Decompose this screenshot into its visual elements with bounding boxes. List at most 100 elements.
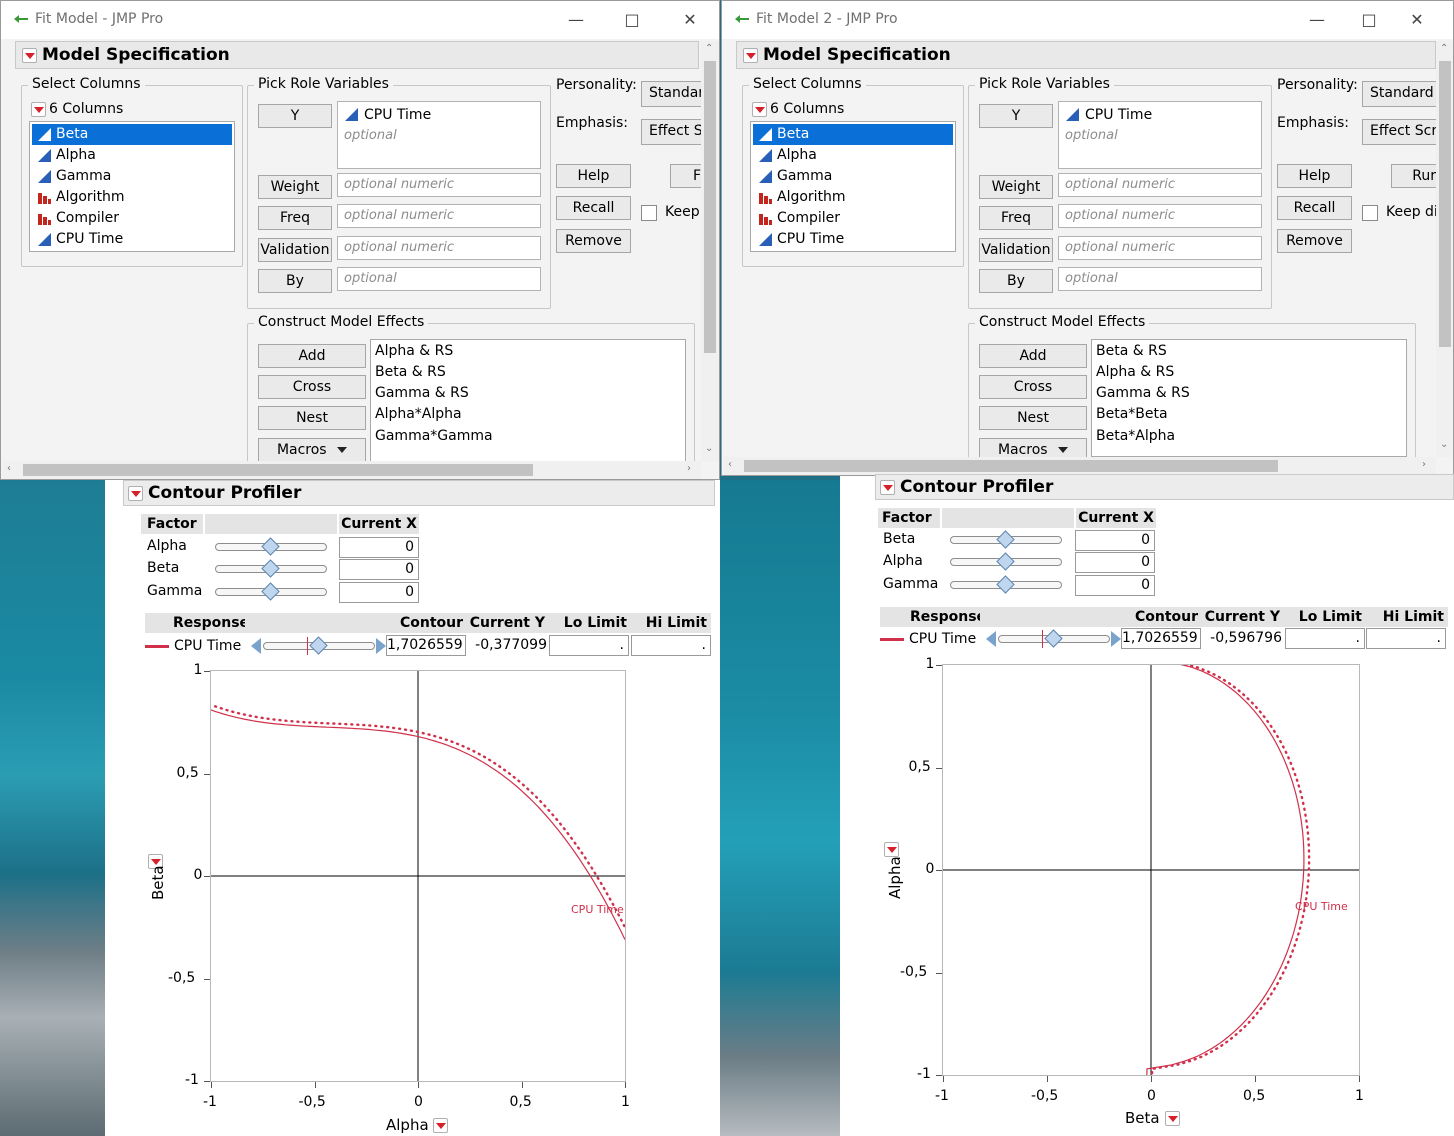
remove-button[interactable]: Remove (556, 229, 631, 253)
list-item[interactable]: Alpha (753, 145, 953, 166)
current-x-input[interactable]: 0 (1075, 575, 1155, 596)
fit-model-window[interactable]: Fit Model - JMP Pro — □ ✕ Model Specific… (0, 0, 720, 480)
freq-field[interactable]: optional numeric (1058, 204, 1262, 228)
list-item[interactable]: Algorithm (753, 187, 953, 208)
list-item[interactable]: Gamma & RS (1096, 385, 1190, 401)
x-axis-menu-icon[interactable] (433, 1118, 448, 1133)
current-x-input[interactable]: 0 (339, 582, 419, 603)
contour-profiler-header[interactable]: Contour Profiler (875, 474, 1454, 500)
contour-input[interactable]: 1,7026559 (1121, 628, 1201, 649)
add-button[interactable]: Add (258, 344, 366, 368)
fit-model-2-window[interactable]: Fit Model 2 - JMP Pro — □ ✕ Model Specif… (721, 0, 1454, 476)
y-role-field[interactable]: CPU Time optional (337, 101, 541, 169)
lo-limit-input[interactable]: . (549, 635, 629, 656)
effects-list[interactable]: Beta & RS Alpha & RS Gamma & RS Beta*Bet… (1091, 339, 1407, 457)
slider-left-arrow-icon[interactable] (251, 638, 261, 654)
y-role-button[interactable]: Y (979, 104, 1053, 128)
scroll-right-icon[interactable]: › (687, 463, 691, 474)
column-list[interactable]: Beta Alpha Gamma Algorithm Compiler CPU … (750, 121, 956, 252)
y-role-field[interactable]: CPU Time optional (1058, 101, 1262, 169)
current-x-input[interactable]: 0 (339, 559, 419, 580)
add-button[interactable]: Add (979, 344, 1087, 368)
hi-limit-input[interactable]: . (631, 635, 711, 656)
slider-thumb[interactable] (261, 582, 280, 601)
recall-button[interactable]: Recall (556, 196, 631, 220)
freq-field[interactable]: optional numeric (337, 204, 541, 228)
list-item[interactable]: Beta & RS (375, 364, 446, 380)
run-button[interactable]: Rur (1391, 164, 1441, 188)
weight-role-button[interactable]: Weight (258, 175, 332, 199)
y-axis-menu-icon[interactable] (884, 842, 899, 857)
title-bar[interactable]: Fit Model 2 - JMP Pro — □ ✕ (722, 1, 1453, 39)
list-item[interactable]: Compiler (32, 208, 232, 229)
current-x-input[interactable]: 0 (339, 537, 419, 558)
validation-role-button[interactable]: Validation (258, 238, 332, 262)
weight-field[interactable]: optional numeric (1058, 173, 1262, 197)
by-role-button[interactable]: By (258, 269, 332, 293)
keep-checkbox[interactable] (641, 205, 657, 221)
personality-select[interactable]: Standard I (1362, 81, 1442, 107)
minimize-button[interactable]: — (1306, 9, 1328, 31)
red-triangle-menu-icon[interactable] (743, 48, 758, 63)
cross-button[interactable]: Cross (979, 375, 1087, 399)
validation-field[interactable]: optional numeric (1058, 236, 1262, 260)
horizontal-scrollbar[interactable]: ‹ › (3, 461, 701, 479)
validation-field[interactable]: optional numeric (337, 236, 541, 260)
vertical-scrollbar[interactable]: ⌃ ⌄ (1436, 41, 1453, 457)
slider-thumb[interactable] (261, 537, 280, 556)
lo-limit-input[interactable]: . (1285, 628, 1365, 649)
freq-role-button[interactable]: Freq (258, 206, 332, 230)
slider-thumb[interactable] (261, 559, 280, 578)
help-button[interactable]: Help (1277, 164, 1352, 188)
help-button[interactable]: Help (556, 164, 631, 188)
contour-plot[interactable]: CPU Time (942, 664, 1360, 1076)
by-field[interactable]: optional (337, 267, 541, 291)
current-x-input[interactable]: 0 (1075, 530, 1155, 551)
scroll-left-icon[interactable]: ‹ (7, 463, 11, 474)
nest-button[interactable]: Nest (258, 406, 366, 430)
weight-role-button[interactable]: Weight (979, 175, 1053, 199)
list-item[interactable]: Compiler (753, 208, 953, 229)
effects-list[interactable]: Alpha & RS Beta & RS Gamma & RS Alpha*Al… (370, 339, 686, 464)
title-bar[interactable]: Fit Model - JMP Pro — □ ✕ (1, 1, 719, 39)
scroll-up-icon[interactable]: ⌃ (705, 43, 713, 54)
list-item[interactable]: CPU Time (753, 229, 953, 250)
y-role-button[interactable]: Y (258, 104, 332, 128)
hi-limit-input[interactable]: . (1366, 628, 1446, 649)
list-item[interactable]: Alpha (32, 145, 232, 166)
close-button[interactable]: ✕ (1406, 9, 1428, 31)
macros-button[interactable]: Macros (258, 438, 366, 462)
model-specification-header[interactable]: Model Specification (15, 41, 699, 69)
by-field[interactable]: optional (1058, 267, 1262, 291)
slider-right-arrow-icon[interactable] (376, 638, 386, 654)
list-item[interactable]: Beta*Alpha (1096, 428, 1175, 444)
model-specification-header[interactable]: Model Specification (736, 41, 1436, 69)
slider-thumb[interactable] (996, 575, 1015, 594)
contour-plot[interactable]: CPU Time (210, 670, 626, 1082)
scrollbar-thumb[interactable] (23, 464, 533, 476)
columns-menu-icon[interactable] (31, 102, 46, 117)
scroll-up-icon[interactable]: ⌃ (1440, 43, 1448, 54)
list-item[interactable]: Alpha & RS (1096, 364, 1174, 380)
slider-left-arrow-icon[interactable] (986, 631, 996, 647)
maximize-button[interactable]: □ (621, 9, 643, 31)
list-item[interactable]: Gamma & RS (375, 385, 469, 401)
vertical-scrollbar[interactable]: ⌃ ⌄ (701, 41, 719, 461)
keep-checkbox[interactable] (1362, 205, 1378, 221)
list-item[interactable]: Gamma (753, 166, 953, 187)
columns-menu-icon[interactable] (752, 102, 767, 117)
cross-button[interactable]: Cross (258, 375, 366, 399)
scrollbar-thumb[interactable] (1439, 61, 1451, 347)
red-triangle-menu-icon[interactable] (22, 48, 37, 63)
list-item[interactable]: Algorithm (32, 187, 232, 208)
list-item[interactable]: Beta & RS (1096, 343, 1167, 359)
maximize-button[interactable]: □ (1358, 9, 1380, 31)
slider-right-arrow-icon[interactable] (1111, 631, 1121, 647)
minimize-button[interactable]: — (565, 9, 587, 31)
scroll-left-icon[interactable]: ‹ (728, 459, 732, 470)
column-list[interactable]: Beta Alpha Gamma Algorithm Compiler CPU … (29, 121, 235, 252)
close-button[interactable]: ✕ (679, 9, 701, 31)
list-item[interactable]: Beta*Beta (1096, 406, 1168, 422)
slider-thumb[interactable] (996, 552, 1015, 571)
freq-role-button[interactable]: Freq (979, 206, 1053, 230)
